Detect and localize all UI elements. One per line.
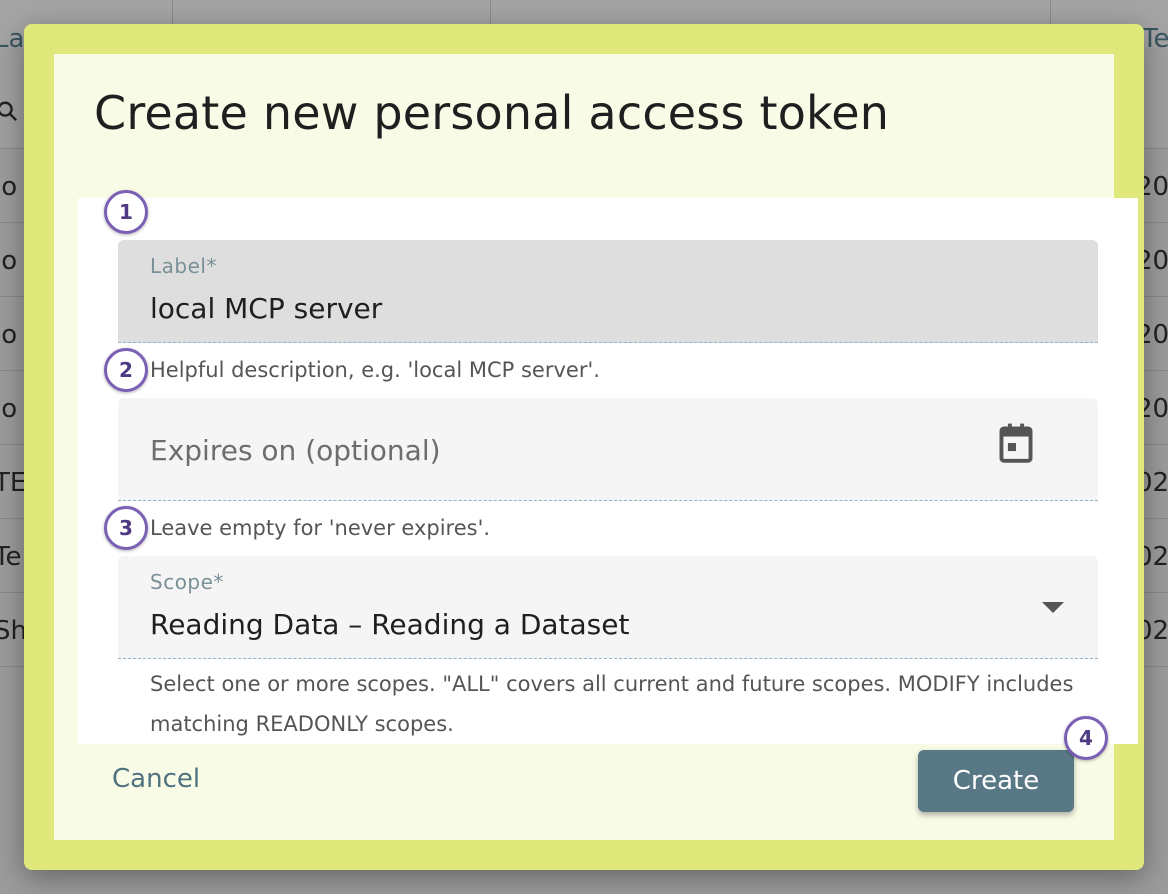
step-badge-2: 2 (104, 348, 148, 392)
scope-selected-value: Reading Data – Reading a Dataset (150, 608, 630, 641)
step-badge-4: 4 (1064, 716, 1108, 760)
step-badge-3: 3 (104, 506, 148, 550)
expires-placeholder: Expires on (optional) (150, 434, 441, 467)
chevron-down-icon[interactable] (1042, 602, 1064, 613)
expires-helper-text: Leave empty for 'never expires'. (150, 516, 491, 540)
label-helper-text: Helpful description, e.g. 'local MCP ser… (150, 358, 600, 382)
scope-field-label: Scope* (150, 570, 224, 594)
label-field-value: local MCP server (150, 292, 383, 325)
create-button[interactable]: Create (918, 750, 1074, 812)
calendar-icon[interactable] (996, 422, 1036, 468)
dialog-title: Create new personal access token (94, 86, 890, 140)
search-icon (0, 100, 18, 128)
create-token-dialog: Create new personal access token Label* … (24, 24, 1144, 870)
cancel-button[interactable]: Cancel (112, 764, 200, 794)
dialog-content: Label* local MCP server Helpful descript… (78, 198, 1138, 744)
scope-select[interactable]: Scope* Reading Data – Reading a Dataset (118, 556, 1098, 659)
label-input[interactable]: Label* local MCP server (118, 240, 1098, 343)
scope-helper-text: Select one or more scopes. "ALL" covers … (150, 672, 1074, 736)
expires-on-input[interactable]: Expires on (optional) (118, 398, 1098, 501)
step-badge-1: 1 (104, 190, 148, 234)
label-field-label: Label* (150, 254, 217, 278)
